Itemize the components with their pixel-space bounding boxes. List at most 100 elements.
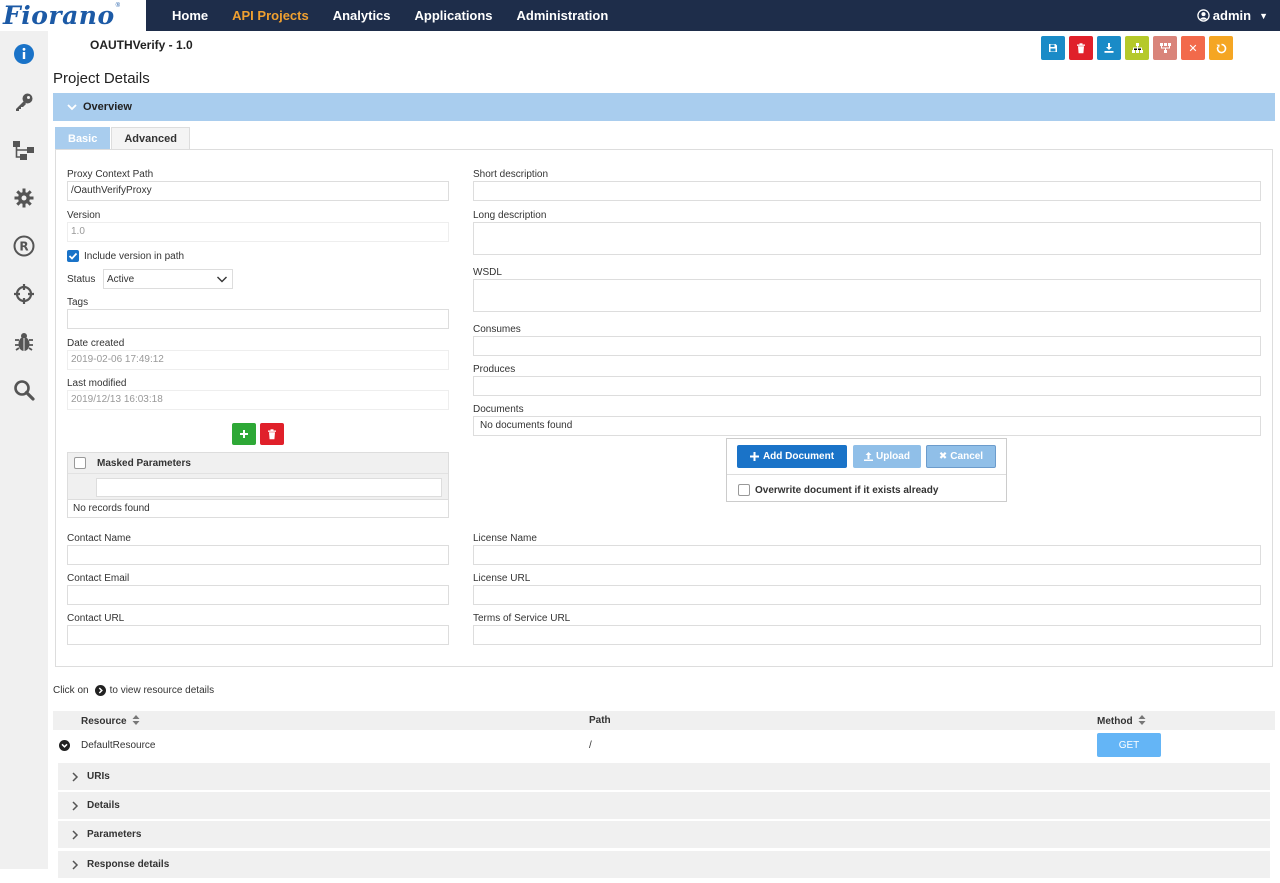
details-label: Details [87, 800, 120, 811]
contact-url-label: Contact URL [67, 613, 125, 624]
consumes-field[interactable] [473, 336, 1261, 356]
tab-basic[interactable]: Basic [55, 127, 111, 149]
hierarchy-button[interactable] [1125, 36, 1149, 60]
tags-field[interactable] [67, 309, 449, 329]
nav-home[interactable]: Home [172, 8, 208, 23]
status-value: Active [107, 274, 135, 285]
search-icon[interactable] [12, 378, 36, 402]
chevron-circle-right-icon [94, 685, 106, 696]
wsdl-label: WSDL [473, 267, 502, 278]
download-button[interactable] [1097, 36, 1121, 60]
table-row[interactable]: DefaultResource / GET [53, 733, 1275, 759]
user-icon [1197, 9, 1210, 22]
resource-column-header[interactable]: Resource [81, 715, 140, 727]
status-select[interactable]: Active [103, 269, 233, 289]
contact-name-label: Contact Name [67, 533, 131, 544]
delete-masked-param-button[interactable] [260, 423, 284, 445]
parameters-accordion[interactable]: Parameters [58, 821, 1270, 848]
license-url-label: License URL [473, 573, 531, 584]
contact-email-label: Contact Email [67, 573, 130, 584]
sort-icon [132, 715, 140, 725]
page-title: Project Details [53, 70, 150, 87]
tree-button[interactable] [1153, 36, 1177, 60]
detail-tabs: Basic Advanced [55, 127, 191, 149]
action-toolbar: ✕ [1041, 36, 1237, 60]
overwrite-checkbox[interactable] [738, 484, 750, 496]
nav-administration[interactable]: Administration [517, 8, 609, 23]
save-icon [1049, 44, 1057, 52]
table-header: Masked Parameters [68, 453, 448, 473]
contact-email-field[interactable] [67, 585, 449, 605]
proxy-context-path-field[interactable]: /OauthVerifyProxy [67, 181, 449, 201]
tos-url-label: Terms of Service URL [473, 613, 571, 624]
gear-icon[interactable] [12, 186, 36, 210]
registered-icon[interactable]: R [12, 234, 36, 258]
produces-label: Produces [473, 364, 516, 375]
contact-name-field[interactable] [67, 545, 449, 565]
trash-icon [268, 428, 276, 439]
short-description-label: Short description [473, 169, 549, 180]
main-nav: Home API Projects Analytics Applications… [160, 0, 620, 31]
crosshair-icon[interactable] [12, 282, 36, 306]
select-all-checkbox[interactable] [74, 457, 86, 469]
info-icon[interactable] [12, 42, 36, 66]
cancel-label: Cancel [950, 451, 984, 462]
bug-icon[interactable] [12, 330, 36, 354]
close-icon: ✖ [938, 451, 948, 462]
upload-label: Upload [876, 451, 910, 462]
svg-text:R: R [19, 240, 28, 254]
status-label: Status [67, 274, 96, 285]
produces-field[interactable] [473, 376, 1261, 396]
uris-accordion[interactable]: URIs [58, 763, 1270, 790]
save-button[interactable] [1041, 36, 1065, 60]
contact-url-field[interactable] [67, 625, 449, 645]
long-description-textarea[interactable] [473, 222, 1261, 255]
key-icon[interactable] [12, 90, 36, 114]
resource-path: / [589, 740, 592, 751]
top-navbar: Fiorano ® Home API Projects Analytics App… [0, 0, 1280, 31]
nav-analytics[interactable]: Analytics [333, 8, 391, 23]
details-accordion[interactable]: Details [58, 792, 1270, 819]
date-created-field[interactable]: 2019-02-06 17:49:12 [67, 350, 449, 370]
cancel-button[interactable]: ✖ Cancel [926, 445, 996, 468]
caret-down-icon: ▼ [1259, 10, 1268, 21]
resource-name: DefaultResource [81, 740, 156, 751]
last-modified-field[interactable]: 2019/12/13 16:03:18 [67, 390, 449, 410]
tos-url-field[interactable] [473, 625, 1261, 645]
flow-icon[interactable] [12, 138, 36, 162]
long-description-label: Long description [473, 210, 547, 221]
upload-button[interactable]: Upload [853, 445, 921, 468]
uris-label: URIs [87, 771, 110, 782]
overwrite-label: Overwrite document if it exists already [755, 485, 939, 496]
overview-accordion[interactable]: Overview [53, 93, 1275, 121]
add-document-button[interactable]: Add Document [737, 445, 847, 468]
close-button[interactable]: ✕ [1181, 36, 1205, 60]
user-menu[interactable]: admin ▼ [1197, 0, 1268, 31]
include-version-checkbox[interactable] [67, 250, 79, 262]
add-masked-param-button[interactable] [232, 423, 256, 445]
hint-before: Click on [53, 685, 89, 696]
tab-advanced[interactable]: Advanced [111, 127, 190, 149]
nav-api-projects[interactable]: API Projects [232, 8, 309, 23]
method-get-button[interactable]: GET [1097, 733, 1161, 757]
nav-applications[interactable]: Applications [415, 8, 493, 23]
tree-icon [1159, 43, 1171, 53]
version-field[interactable]: 1.0 [67, 222, 449, 242]
chevron-right-icon [72, 829, 79, 840]
license-name-label: License Name [473, 533, 537, 544]
filter-input[interactable] [96, 478, 442, 497]
documents-list: No documents found [473, 416, 1261, 436]
method-column-header[interactable]: Method [1097, 715, 1146, 727]
version-label: Version [67, 210, 101, 221]
short-description-field[interactable] [473, 181, 1261, 201]
fiorano-logo[interactable]: Fiorano ® [0, 0, 146, 31]
response-details-accordion[interactable]: Response details [58, 851, 1270, 878]
refresh-button[interactable] [1209, 36, 1233, 60]
license-url-field[interactable] [473, 585, 1261, 605]
resources-table-header: Resource Path Method [53, 711, 1275, 730]
upload-icon [864, 452, 874, 461]
wsdl-textarea[interactable] [473, 279, 1261, 312]
chevron-circle-down-icon[interactable] [59, 740, 70, 751]
license-name-field[interactable] [473, 545, 1261, 565]
delete-button[interactable] [1069, 36, 1093, 60]
